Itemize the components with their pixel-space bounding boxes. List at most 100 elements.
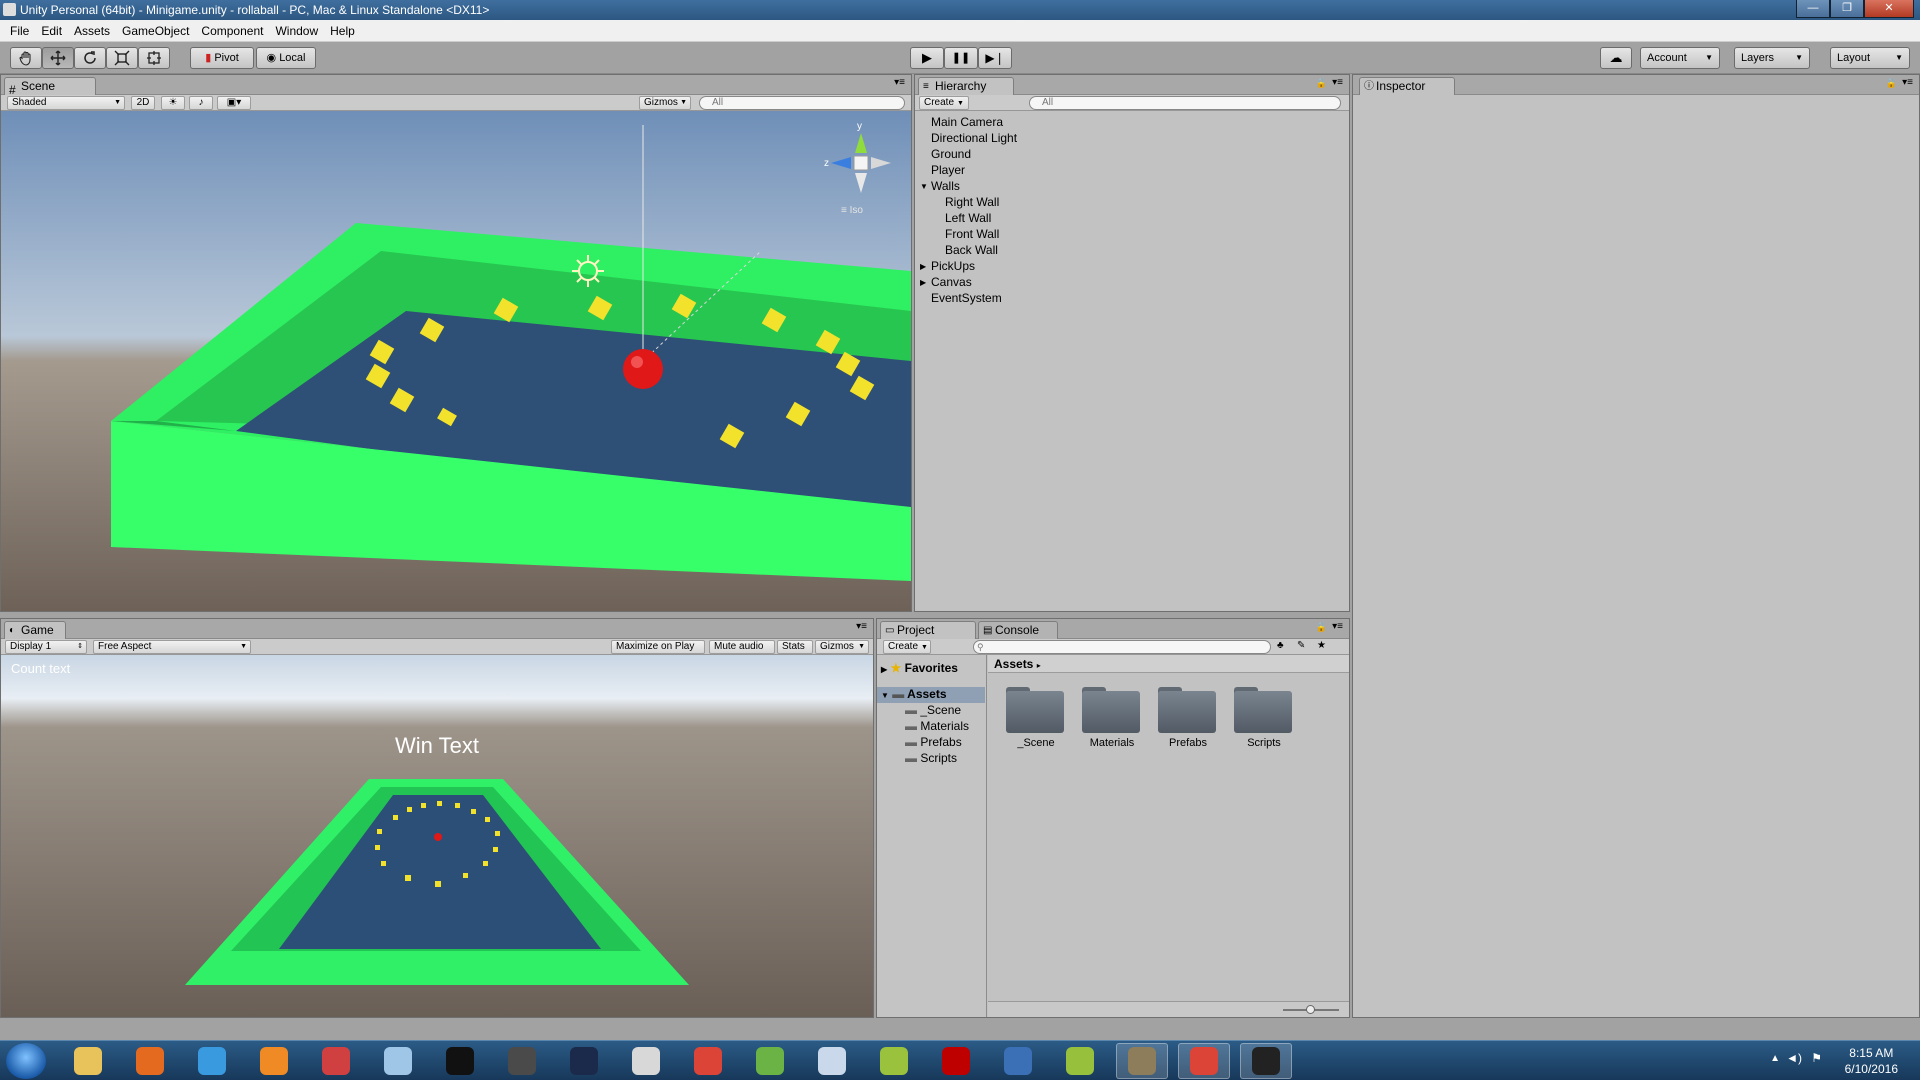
tree-folder-scene[interactable]: ▬ _Scene bbox=[905, 703, 961, 717]
folder-materials[interactable] bbox=[1082, 685, 1142, 733]
zoom-slider-handle[interactable] bbox=[1306, 1005, 1315, 1014]
taskbar-app-button[interactable] bbox=[372, 1043, 424, 1079]
taskbar-app-button[interactable] bbox=[1240, 1043, 1292, 1079]
game-viewport[interactable]: Count text Win Text bbox=[1, 655, 873, 1017]
favorites-item[interactable]: ▶ ★ Favorites bbox=[881, 661, 958, 677]
taskbar-app-button[interactable] bbox=[1178, 1043, 1230, 1079]
mute-audio-toggle[interactable]: Mute audio bbox=[709, 640, 775, 654]
taskbar-app-button[interactable] bbox=[248, 1043, 300, 1079]
filter-label-icon[interactable]: ✎ bbox=[1297, 640, 1305, 651]
hierarchy-search-input[interactable]: All bbox=[1029, 96, 1341, 110]
hierarchy-item[interactable]: Directional Light bbox=[931, 131, 1017, 145]
panel-menu-icon[interactable]: ▾≡ bbox=[894, 77, 905, 88]
flag-icon[interactable]: ⚑ bbox=[1811, 1051, 1822, 1065]
star-icon[interactable]: ★ bbox=[1317, 640, 1326, 651]
maximize-button[interactable]: ❐ bbox=[1830, 0, 1864, 18]
chevron-right-icon[interactable]: ▶ bbox=[920, 260, 926, 274]
hierarchy-item[interactable]: Ground bbox=[931, 147, 971, 161]
folder-scene[interactable] bbox=[1006, 685, 1066, 733]
hierarchy-item[interactable]: ▶ PickUps bbox=[920, 259, 975, 273]
lock-icon[interactable]: 🔒 bbox=[1316, 622, 1327, 633]
tray-arrow-icon[interactable]: ▲ bbox=[1770, 1053, 1780, 1064]
rotate-tool-button[interactable] bbox=[74, 47, 106, 69]
taskbar-app-button[interactable] bbox=[62, 1043, 114, 1079]
maximize-on-play-toggle[interactable]: Maximize on Play bbox=[611, 640, 705, 654]
chevron-right-icon[interactable]: ▶ bbox=[920, 276, 926, 290]
filter-type-icon[interactable]: ♣ bbox=[1277, 640, 1284, 651]
rect-tool-button[interactable] bbox=[138, 47, 170, 69]
folder-prefabs[interactable] bbox=[1158, 685, 1218, 733]
tab-scene[interactable]: # Scene bbox=[4, 77, 96, 97]
move-tool-button[interactable] bbox=[42, 47, 74, 69]
hierarchy-item[interactable]: Left Wall bbox=[945, 211, 991, 225]
taskbar-app-button[interactable] bbox=[1116, 1043, 1168, 1079]
project-create-dropdown[interactable]: Create ▼ bbox=[883, 640, 931, 654]
hierarchy-item[interactable]: ▼ Walls bbox=[920, 179, 960, 193]
tab-project[interactable]: ▭ Project bbox=[880, 621, 976, 639]
menu-file[interactable]: File bbox=[4, 24, 35, 38]
layout-dropdown[interactable]: Layout ▼ bbox=[1830, 47, 1910, 69]
menu-assets[interactable]: Assets bbox=[68, 24, 116, 38]
menu-gameobject[interactable]: GameObject bbox=[116, 24, 195, 38]
taskbar-app-button[interactable] bbox=[434, 1043, 486, 1079]
game-gizmos-dropdown[interactable]: Gizmos ▼ bbox=[815, 640, 869, 654]
lock-icon[interactable]: 🔒 bbox=[1886, 78, 1897, 89]
taskbar-app-button[interactable] bbox=[930, 1043, 982, 1079]
panel-menu-icon[interactable]: ▾≡ bbox=[1332, 621, 1343, 632]
taskbar-app-button[interactable] bbox=[992, 1043, 1044, 1079]
hierarchy-item[interactable]: Player bbox=[931, 163, 965, 177]
menu-window[interactable]: Window bbox=[269, 24, 324, 38]
hierarchy-item[interactable]: EventSystem bbox=[931, 291, 1002, 305]
menu-edit[interactable]: Edit bbox=[35, 24, 68, 38]
audio-toggle[interactable]: ♪ bbox=[189, 96, 213, 110]
lighting-toggle[interactable]: ☀ bbox=[161, 96, 185, 110]
menu-help[interactable]: Help bbox=[324, 24, 361, 38]
menu-component[interactable]: Component bbox=[195, 24, 269, 38]
panel-menu-icon[interactable]: ▾≡ bbox=[1332, 77, 1343, 88]
start-button[interactable] bbox=[6, 1043, 46, 1079]
scale-tool-button[interactable] bbox=[106, 47, 138, 69]
taskbar-app-button[interactable] bbox=[558, 1043, 610, 1079]
hierarchy-item[interactable]: Back Wall bbox=[945, 243, 998, 257]
tree-folder-prefabs[interactable]: ▬ Prefabs bbox=[905, 735, 962, 749]
cloud-button[interactable]: ☁ bbox=[1600, 47, 1632, 69]
taskbar-app-button[interactable] bbox=[124, 1043, 176, 1079]
folder-scripts[interactable] bbox=[1234, 685, 1294, 733]
effects-dropdown[interactable]: ▣▾ bbox=[217, 96, 251, 110]
hierarchy-create-dropdown[interactable]: Create ▼ bbox=[919, 96, 969, 110]
step-button[interactable]: ▶❘ bbox=[978, 47, 1012, 69]
tab-hierarchy[interactable]: ≡ Hierarchy bbox=[918, 77, 1014, 95]
hand-tool-button[interactable] bbox=[10, 47, 42, 69]
tree-folder-scripts[interactable]: ▬ Scripts bbox=[905, 751, 957, 765]
tree-assets-root[interactable]: ▼ ▬ Assets bbox=[877, 687, 985, 703]
local-toggle[interactable]: ◉ Local bbox=[256, 47, 316, 69]
taskbar-app-button[interactable] bbox=[868, 1043, 920, 1079]
layers-dropdown[interactable]: Layers ▼ bbox=[1734, 47, 1810, 69]
hierarchy-item[interactable]: ▶ Canvas bbox=[920, 275, 972, 289]
project-search-input[interactable]: ⚲ bbox=[973, 640, 1271, 654]
pivot-toggle[interactable]: ▮ Pivot bbox=[190, 47, 254, 69]
minimize-button[interactable]: — bbox=[1796, 0, 1830, 18]
taskbar-app-button[interactable] bbox=[806, 1043, 858, 1079]
tree-folder-materials[interactable]: ▬ Materials bbox=[905, 719, 969, 733]
scene-search-input[interactable]: All bbox=[699, 96, 905, 110]
tab-console[interactable]: ▤ Console bbox=[978, 621, 1058, 639]
taskbar-app-button[interactable] bbox=[1054, 1043, 1106, 1079]
stats-toggle[interactable]: Stats bbox=[777, 640, 813, 654]
hierarchy-item[interactable]: Right Wall bbox=[945, 195, 999, 209]
account-dropdown[interactable]: Account ▼ bbox=[1640, 47, 1720, 69]
taskbar-app-button[interactable] bbox=[186, 1043, 238, 1079]
chevron-down-icon[interactable]: ▼ bbox=[920, 180, 928, 194]
2d-toggle[interactable]: 2D bbox=[131, 96, 155, 110]
taskbar-app-button[interactable] bbox=[744, 1043, 796, 1079]
play-button[interactable]: ▶ bbox=[910, 47, 944, 69]
scene-viewport[interactable]: y z ≡ Iso bbox=[1, 111, 911, 611]
hierarchy-item[interactable]: Front Wall bbox=[945, 227, 999, 241]
scene-gizmos-dropdown[interactable]: Gizmos ▼ bbox=[639, 96, 691, 110]
taskbar-app-button[interactable] bbox=[620, 1043, 672, 1079]
pause-button[interactable]: ❚❚ bbox=[944, 47, 978, 69]
close-button[interactable]: ✕ bbox=[1864, 0, 1914, 18]
shading-mode-dropdown[interactable]: Shaded ▼ bbox=[7, 96, 125, 110]
volume-icon[interactable]: ◄) bbox=[1786, 1051, 1802, 1065]
breadcrumb-assets[interactable]: Assets bbox=[994, 657, 1033, 671]
